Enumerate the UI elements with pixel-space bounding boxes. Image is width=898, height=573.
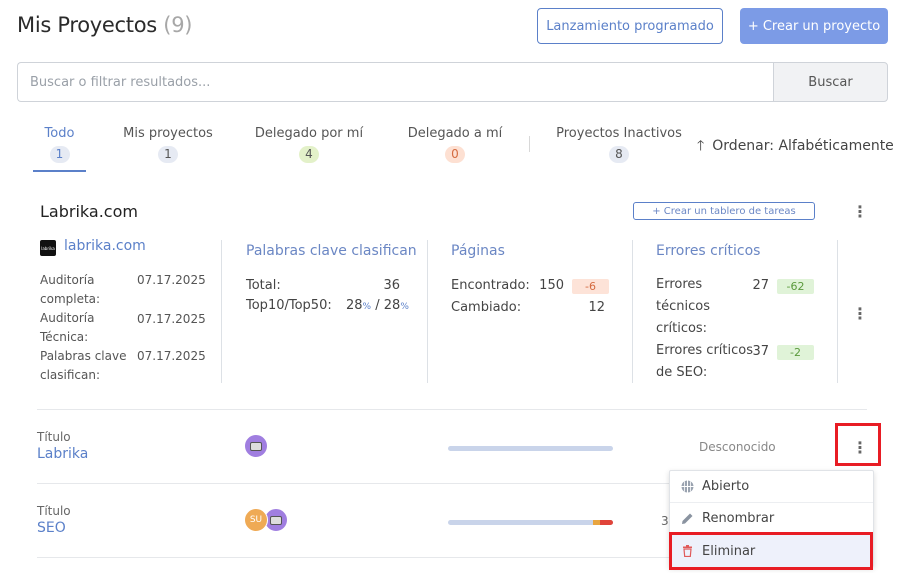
create-task-board-button[interactable]: + Crear un tablero de tareas [633, 202, 815, 220]
search-button[interactable]: Buscar [773, 62, 888, 102]
tab-delegated-to-me-label: Delegado a mí [407, 126, 503, 141]
tab-my-projects[interactable]: Mis proyectos 1 [120, 126, 216, 163]
audit-keywords-label: Palabras clave clasifican: [40, 349, 127, 382]
errors-technical-value: 27 [752, 278, 769, 293]
menu-item-label: Abierto [702, 479, 750, 494]
grid-icon [680, 480, 694, 494]
top50-value: 28 [383, 298, 401, 313]
audit-full-label: Auditoría completa: [40, 273, 101, 306]
project-count: (9) [163, 13, 193, 37]
status-text: Desconocido [699, 440, 776, 454]
keywords-top-label: Top10/Top50: [246, 298, 332, 313]
scheduled-launch-button[interactable]: Lanzamiento programado [537, 8, 723, 44]
audit-technical-label: Auditoría Técnica: [40, 311, 95, 344]
avatar-image-icon [270, 515, 282, 525]
errors-title[interactable]: Errores críticos [656, 243, 760, 259]
tab-inactive-projects[interactable]: Proyectos Inactivos 8 [555, 126, 683, 163]
errors-technical-label: Errores técnicos críticos: [656, 277, 710, 336]
pages-found-label: Encontrado: [451, 278, 530, 293]
keywords-total-value: 36 [383, 278, 400, 293]
pages-found-value: 150 [539, 278, 564, 293]
tab-delegated-by-me-count: 4 [299, 146, 319, 163]
column-divider [632, 240, 633, 383]
top10-percent: % [362, 302, 372, 312]
tab-delegated-to-me[interactable]: Delegado a mí 0 [400, 126, 510, 163]
pages-found-delta: -6 [572, 279, 609, 294]
avatar [244, 434, 268, 458]
keywords-total-label: Total: [246, 278, 281, 293]
search-input[interactable] [17, 62, 775, 102]
tab-all-label: Todo [44, 126, 75, 141]
tab-delegated-by-me-label: Delegado por mí [254, 126, 364, 141]
row-title-labrika[interactable]: Labrika [37, 446, 88, 462]
row-title-seo[interactable]: SEO [37, 520, 66, 536]
audit-technical-date: 07.17.2025 [137, 312, 206, 326]
tab-delegated-by-me[interactable]: Delegado por mí 4 [251, 126, 367, 163]
pages-changed-label: Cambiado: [451, 300, 522, 315]
tab-my-projects-label: Mis proyectos [123, 126, 213, 141]
site-logo-text: labrika [41, 245, 55, 251]
tab-all[interactable]: Todo 1 [33, 126, 86, 163]
menu-item-label: Renombrar [702, 511, 775, 526]
tab-all-count: 1 [49, 146, 70, 163]
project-more-icon[interactable]: ⋮ [850, 199, 870, 223]
tab-my-projects-count: 1 [158, 146, 178, 163]
column-divider [837, 240, 838, 383]
progress-segment-error [600, 520, 613, 525]
top50-percent: % [400, 302, 409, 312]
tab-inactive-projects-label: Proyectos Inactivos [556, 126, 682, 141]
active-tab-underline [33, 170, 86, 172]
highlight-box [669, 532, 873, 570]
errors-seo-label: Errores críticos de SEO: [656, 343, 753, 380]
top-separator: / [371, 298, 384, 313]
sort-label: Ordenar: Alfabéticamente [712, 138, 894, 154]
project-name: Labrika.com [40, 202, 138, 221]
tab-inactive-projects-count: 8 [609, 146, 629, 163]
row-caption: Título [37, 504, 71, 518]
row-partial-value: 3 [661, 514, 669, 528]
menu-item-open[interactable]: Abierto [670, 471, 873, 503]
pages-changed-value: 12 [588, 300, 605, 315]
column-divider [221, 240, 222, 383]
pages-title[interactable]: Páginas [451, 243, 505, 259]
menu-item-rename[interactable]: Renombrar [670, 503, 873, 535]
column-divider [427, 240, 428, 383]
site-link[interactable]: labrika.com [64, 238, 146, 254]
progress-segment-warning [593, 520, 600, 525]
avatar-image-icon [250, 441, 262, 451]
tab-divider [529, 136, 530, 152]
create-project-button[interactable]: + Crear un proyecto [740, 8, 888, 44]
avatar-initials: SU [244, 508, 268, 532]
row-more-icon[interactable]: ⋮ [850, 435, 870, 459]
tab-delegated-to-me-count: 0 [445, 146, 465, 163]
pencil-icon [680, 512, 694, 526]
site-logo: labrika [40, 240, 56, 256]
audit-keywords-date: 07.17.2025 [137, 349, 206, 363]
page-title: Mis Proyectos (9) [17, 13, 192, 37]
audit-full-date: 07.17.2025 [137, 273, 206, 287]
top10-value: 28 [346, 298, 363, 313]
page-title-text: Mis Proyectos [17, 13, 157, 37]
keywords-title[interactable]: Palabras clave clasifican [246, 243, 417, 259]
progress-bar [448, 446, 613, 451]
project-stats-more-icon[interactable]: ⋮ [850, 301, 870, 325]
arrow-up-icon: 🡑 [697, 138, 705, 154]
errors-seo-value: 37 [752, 344, 769, 359]
row-divider [37, 409, 867, 410]
progress-bar [448, 520, 613, 525]
errors-seo-delta: -2 [777, 345, 814, 360]
row-caption: Título [37, 430, 71, 444]
errors-technical-delta: -62 [777, 279, 814, 294]
keywords-top-values: 28% / 28% [346, 298, 409, 313]
sort-toggle[interactable]: 🡑 Ordenar: Alfabéticamente [697, 135, 894, 159]
